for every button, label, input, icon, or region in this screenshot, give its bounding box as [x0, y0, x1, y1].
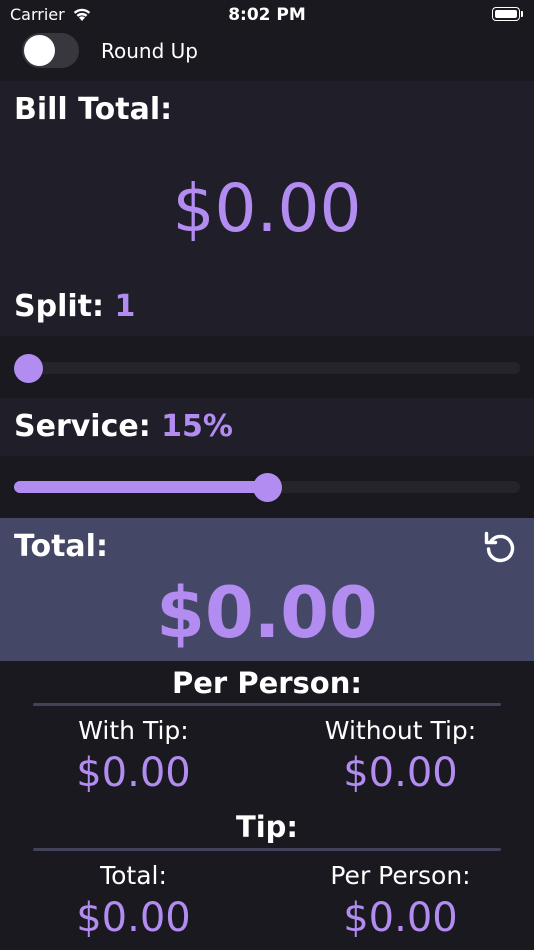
split-value: 1 [114, 289, 136, 324]
service-slider-thumb[interactable] [252, 473, 282, 502]
tip-total-label: Total: [100, 861, 167, 890]
with-tip-value: $0.00 [76, 750, 191, 796]
total-amount: $0.00 [156, 572, 378, 654]
service-slider-fill [14, 481, 267, 493]
bill-amount-input[interactable]: $0.00 [0, 170, 534, 247]
battery-tip [521, 11, 523, 17]
round-up-toggle[interactable] [22, 33, 79, 68]
battery-icon [492, 7, 520, 21]
tip-total-value: $0.00 [76, 895, 191, 941]
split-heading: Split: 1 [14, 289, 135, 324]
tip-per-person-value: $0.00 [343, 895, 458, 941]
tip-divider [33, 848, 501, 851]
toggle-knob [24, 35, 55, 66]
reset-icon[interactable] [482, 529, 518, 565]
bill-total-label: Bill Total: [14, 92, 173, 127]
tip-title: Tip: [235, 810, 299, 844]
status-time: 8:02 PM [228, 5, 306, 25]
total-label: Total: [14, 529, 108, 564]
without-tip-value: $0.00 [343, 750, 458, 796]
without-tip-label: Without Tip: [324, 716, 477, 745]
service-heading: Service: 15% [14, 409, 233, 444]
per-person-title: Per Person: [172, 666, 362, 700]
with-tip-label: With Tip: [78, 716, 189, 745]
tip-per-person-label: Per Person: [330, 861, 471, 890]
split-slider-thumb[interactable] [14, 354, 43, 383]
round-up-label: Round Up [101, 39, 198, 63]
service-label: Service: [14, 409, 151, 444]
service-value: 15% [161, 409, 233, 444]
split-slider[interactable] [14, 362, 520, 374]
split-label: Split: [14, 289, 104, 324]
per-person-divider [33, 703, 501, 706]
